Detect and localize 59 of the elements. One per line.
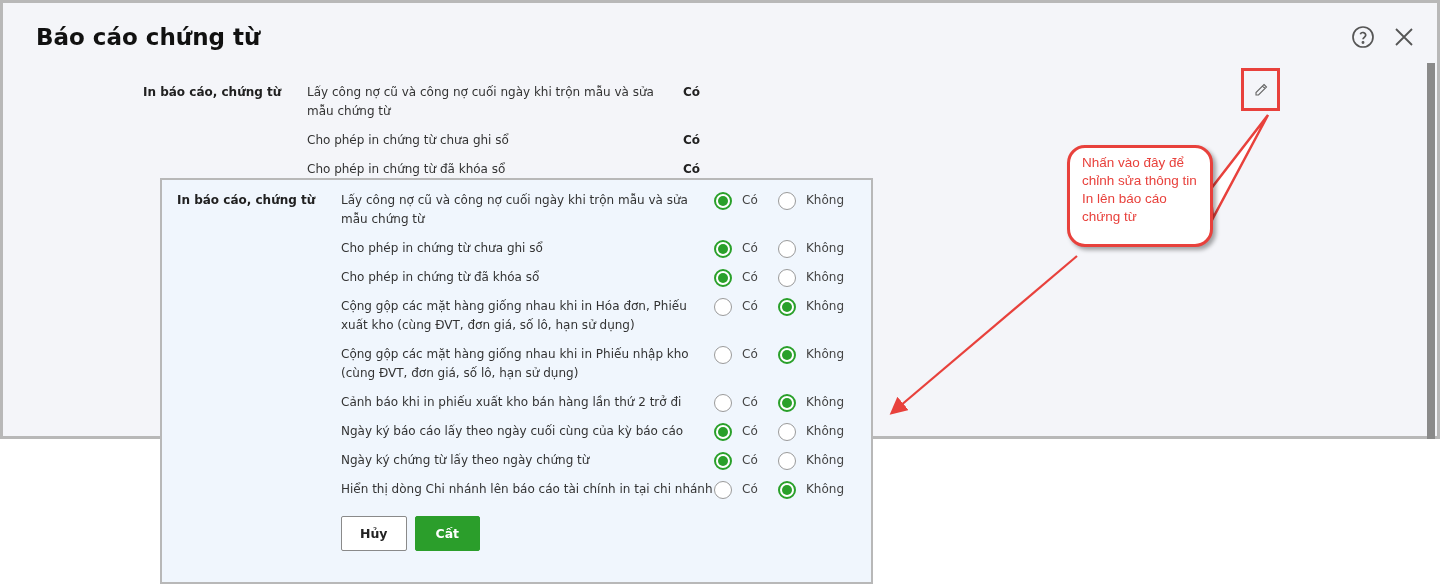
option-label: Cộng gộp các mặt hàng giống nhau khi in Phiếu nhập kho (cùng ĐVT, đơn giá, số lô, hạn sử dụng): [341, 346, 690, 382]
radio-option[interactable]: Có: [714, 191, 778, 210]
option-label: Cộng gộp các mặt hàng giống nhau khi in Hóa đơn, Phiếu xuất kho (cùng ĐVT, đơn giá, số lô, hạn sử dụng): [341, 298, 688, 334]
radio-button[interactable]: [714, 268, 732, 287]
setting-label: Cho phép in chứng từ chưa ghi sổ: [307, 132, 510, 149]
radio-button[interactable]: [714, 393, 732, 412]
radio-option[interactable]: Không: [778, 480, 842, 499]
radio-button[interactable]: [778, 480, 796, 499]
cancel-button[interactable]: Hủy: [341, 516, 407, 551]
radio-option[interactable]: Không: [778, 239, 842, 258]
radio-option[interactable]: Không: [778, 393, 842, 412]
option-label: Cho phép in chứng từ đã khóa sổ: [341, 269, 541, 286]
setting-label: Lấy công nợ cũ và công nợ cuối ngày khi trộn mẫu và sửa mẫu chứng từ: [307, 84, 655, 120]
radio-button[interactable]: [778, 191, 796, 210]
scrollbar[interactable]: [1427, 63, 1435, 439]
radio-button[interactable]: [778, 451, 796, 470]
radio-button[interactable]: [778, 239, 796, 258]
radio-option[interactable]: Có: [714, 239, 778, 258]
option-label: Ngày ký chứng từ lấy theo ngày chứng từ: [341, 452, 591, 469]
radio-option[interactable]: Không: [778, 297, 842, 316]
radio-option[interactable]: Có: [714, 345, 778, 364]
group-label: In báo cáo, chứng từ: [177, 192, 317, 209]
radio-option[interactable]: Không: [778, 451, 842, 470]
radio-option[interactable]: Có: [714, 393, 778, 412]
setting-label: Cho phép in chứng từ đã khóa sổ: [307, 161, 507, 178]
help-icon[interactable]: [1351, 25, 1375, 49]
radio-option[interactable]: Không: [778, 268, 842, 287]
close-icon[interactable]: [1393, 26, 1415, 48]
setting-value: Có: [682, 84, 701, 101]
option-label: Cảnh báo khi in phiếu xuất kho bán hàng lần thứ 2 trở đi: [341, 394, 683, 411]
setting-value: Có: [682, 132, 701, 149]
radio-button[interactable]: [714, 422, 732, 441]
radio-option[interactable]: Có: [714, 422, 778, 441]
radio-option[interactable]: Có: [714, 268, 778, 287]
option-label: Ngày ký báo cáo lấy theo ngày cuối cùng của kỳ báo cáo: [341, 423, 685, 440]
radio-button[interactable]: [714, 480, 732, 499]
radio-option[interactable]: Có: [714, 297, 778, 316]
radio-button[interactable]: [778, 297, 796, 316]
radio-option[interactable]: Có: [714, 451, 778, 470]
option-label: Cho phép in chứng từ chưa ghi sổ: [341, 240, 544, 257]
radio-option[interactable]: Không: [778, 191, 842, 210]
radio-button[interactable]: [778, 393, 796, 412]
radio-button[interactable]: [714, 297, 732, 316]
edit-icon[interactable]: [1252, 81, 1269, 98]
radio-button[interactable]: [714, 191, 732, 210]
dialog-title: Báo cáo chứng từ: [36, 24, 261, 50]
radio-button[interactable]: [714, 345, 732, 364]
radio-button[interactable]: [714, 451, 732, 470]
radio-button[interactable]: [778, 345, 796, 364]
radio-option[interactable]: Không: [778, 422, 842, 441]
radio-option[interactable]: Không: [778, 345, 842, 364]
radio-button[interactable]: [714, 239, 732, 258]
option-label: Lấy công nợ cũ và công nợ cuối ngày khi trộn mẫu và sửa mẫu chứng từ: [341, 192, 689, 228]
group-label: In báo cáo, chứng từ: [143, 84, 283, 101]
radio-option[interactable]: Có: [714, 480, 778, 499]
option-label: Hiển thị dòng Chi nhánh lên báo cáo tài chính in tại chi nhánh: [341, 481, 714, 498]
radio-button[interactable]: [778, 422, 796, 441]
radio-button[interactable]: [778, 268, 796, 287]
setting-value: Có: [682, 161, 701, 178]
